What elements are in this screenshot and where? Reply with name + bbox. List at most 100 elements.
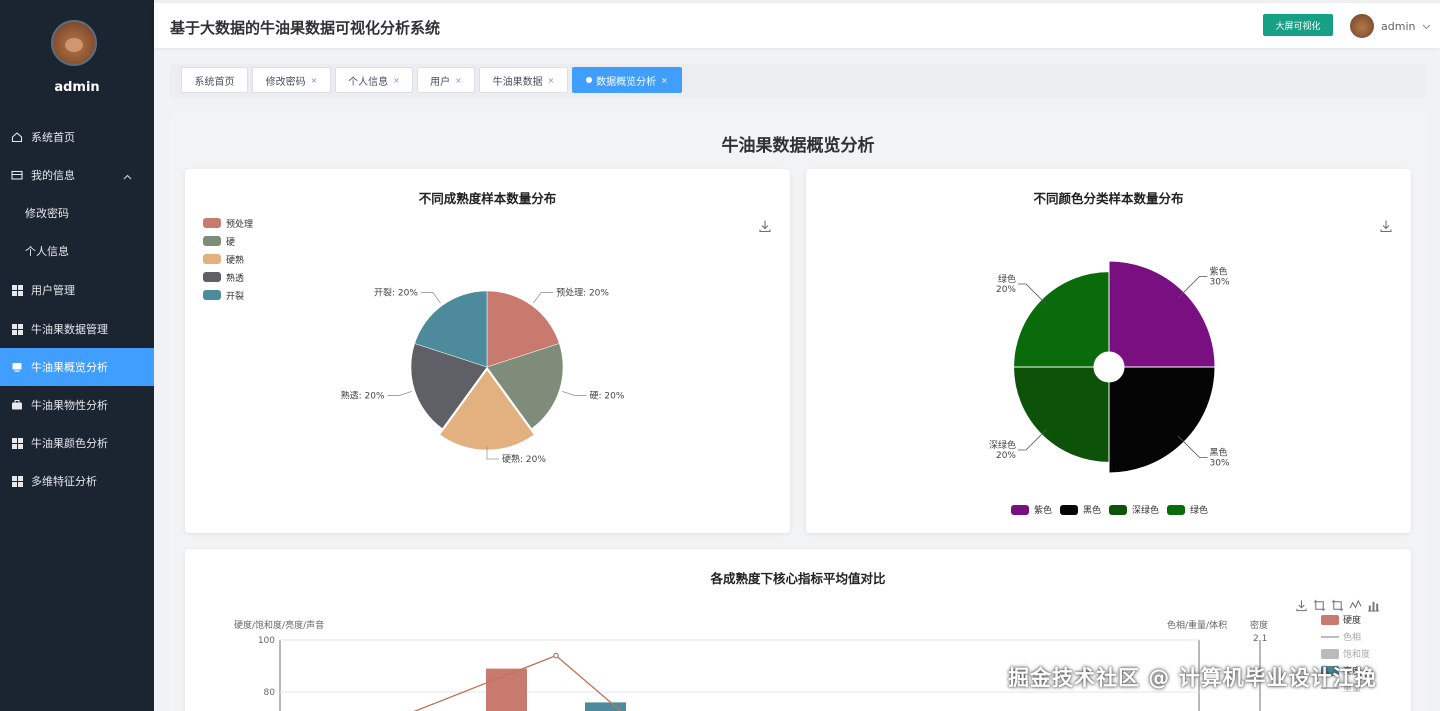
legend-item[interactable]: 熟透 <box>203 268 253 286</box>
legend-label: 熟透 <box>226 273 245 284</box>
download-icon[interactable] <box>1295 599 1308 612</box>
chevron-down-icon <box>1422 20 1431 33</box>
sidebar-item-label: 牛油果数据管理 <box>31 323 108 336</box>
y-axis-left-label: 硬度/饱和度/亮度/声音 <box>234 621 325 631</box>
sidebar-item-physical-analysis[interactable]: 牛油果物性分析 <box>0 386 154 424</box>
close-icon[interactable]: × <box>661 76 668 85</box>
legend-swatch <box>203 272 221 282</box>
pie-slice-3[interactable] <box>410 343 488 429</box>
rose-label-name-3: 绿色 <box>998 273 1016 285</box>
legend-item[interactable]: 绿色 <box>1167 503 1208 516</box>
chart-title: 各成熟度下核心指标平均值对比 <box>710 571 886 586</box>
legend-swatch <box>203 236 221 246</box>
legend-label: 硬 <box>226 237 236 248</box>
series-line <box>413 654 622 711</box>
rose-label-pct-2: 20% <box>996 451 1016 461</box>
big-screen-button[interactable]: 大屏可视化 <box>1263 14 1333 36</box>
color-rose-card: 不同颜色分类样本数量分布 紫色 30% 黑色 30% 深绿色 20% 绿色 20% 紫色 黑色… <box>806 169 1411 533</box>
y-axis-right-label: 色相/重量/体积 <box>1167 621 1228 631</box>
legend-swatch <box>1321 635 1339 638</box>
sidebar: admin 系统首页 我的信息 修改密码 个人信息 用户管理 牛油果数据管理 牛… <box>0 0 154 711</box>
rose-label-name-0: 紫色 <box>1210 265 1228 277</box>
briefcase-icon <box>11 399 23 411</box>
legend-swatch <box>203 218 221 228</box>
pie-label-3: 熟透: 20% <box>341 389 385 401</box>
legend-item[interactable]: 硬熟 <box>203 250 253 268</box>
avatar[interactable] <box>1350 14 1374 38</box>
sidebar-item-multi-feature[interactable]: 多维特征分析 <box>0 462 154 500</box>
legend-label: 预处理 <box>226 219 254 230</box>
sidebar-item-overview-analysis[interactable]: 牛油果概览分析 <box>0 348 154 386</box>
legend-item[interactable]: 色相 <box>1321 628 1370 645</box>
pie-label-2: 硬熟: 20% <box>502 453 546 465</box>
sidebar-item-color-analysis[interactable]: 牛油果颜色分析 <box>0 424 154 462</box>
sidebar-item-avocado-data[interactable]: 牛油果数据管理 <box>0 310 154 348</box>
bar-hardness[interactable] <box>486 668 527 711</box>
sidebar-item-my-info[interactable]: 我的信息 <box>0 156 154 194</box>
tab-user[interactable]: 用户 × <box>417 67 475 93</box>
y-axis-right2-tick: 2.1 <box>1253 634 1268 644</box>
sidebar-item-label: 牛油果概览分析 <box>31 361 108 374</box>
rose-label-name-2: 深绿色 <box>989 439 1016 451</box>
maturity-pie-card: 不同成熟度样本数量分布 预处理 硬 硬熟 熟透 开裂 预处理: 20% 硬: 20… <box>185 169 790 533</box>
legend-label: 黑色 <box>1083 506 1102 516</box>
pie-slice-2[interactable] <box>439 369 535 451</box>
legend-label: 开裂 <box>226 291 245 302</box>
user-avatar[interactable] <box>51 20 97 66</box>
sidebar-item-label: 修改密码 <box>25 207 69 220</box>
sidebar-item-personal-info[interactable]: 个人信息 <box>0 232 154 270</box>
legend-label: 绿色 <box>1190 506 1209 516</box>
monitor-icon <box>11 361 23 373</box>
legend-item[interactable]: 硬度 <box>1321 611 1370 628</box>
rose-label-pct-1: 30% <box>1210 459 1230 469</box>
id-card-icon <box>11 169 23 181</box>
tab-personal-info[interactable]: 个人信息 × <box>335 67 413 93</box>
legend-item[interactable]: 黑色 <box>1060 503 1101 516</box>
legend-item[interactable]: 开裂 <box>203 286 253 304</box>
line-point[interactable] <box>553 652 559 659</box>
download-icon[interactable] <box>758 219 772 233</box>
tab-avocado-data[interactable]: 牛油果数据 × <box>479 67 568 93</box>
legend-item[interactable]: 硬 <box>203 232 253 250</box>
legend-item[interactable]: 紫色 <box>1011 503 1052 516</box>
legend-item[interactable]: 深绿色 <box>1109 503 1159 516</box>
top-header: 基于大数据的牛油果数据可视化分析系统 大屏可视化 admin <box>154 0 1440 48</box>
chart-legend: 紫色 黑色 深绿色 绿色 <box>1011 503 1216 516</box>
sidebar-item-user-management[interactable]: 用户管理 <box>0 270 154 310</box>
tab-home[interactable]: 系统首页 <box>181 67 248 93</box>
close-icon[interactable]: × <box>548 76 555 85</box>
legend-swatch <box>203 290 221 300</box>
chart-title: 不同成熟度样本数量分布 <box>418 191 557 206</box>
sidebar-menu: 系统首页 我的信息 修改密码 个人信息 用户管理 牛油果数据管理 牛油果概览分析… <box>0 118 154 500</box>
sidebar-item-change-password[interactable]: 修改密码 <box>0 194 154 232</box>
close-icon[interactable]: × <box>311 76 318 85</box>
sidebar-item-label: 我的信息 <box>31 169 75 182</box>
home-icon <box>11 131 23 143</box>
legend-item[interactable]: 预处理 <box>203 214 253 232</box>
user-dropdown[interactable]: admin <box>1381 20 1431 33</box>
legend-swatch <box>203 254 221 264</box>
sidebar-item-home[interactable]: 系统首页 <box>0 118 154 156</box>
pie-slice-4[interactable] <box>414 290 488 368</box>
legend-swatch <box>1321 648 1339 659</box>
close-icon[interactable]: × <box>393 76 400 85</box>
tab-label: 修改密码 <box>265 76 306 88</box>
rose-label-name-1: 黑色 <box>1210 447 1228 459</box>
grid-icon <box>11 437 23 449</box>
tab-label: 数据概览分析 <box>596 76 657 88</box>
y-axis-right2-label: 密度 <box>1250 621 1269 631</box>
label-line-0 <box>533 292 554 304</box>
legend-swatch <box>1060 504 1079 515</box>
tab-overview-analysis[interactable]: 数据概览分析 × <box>572 67 682 93</box>
tab-change-password[interactable]: 修改密码 × <box>252 67 331 93</box>
pie-slice-0[interactable] <box>486 290 560 368</box>
legend-label: 色相 <box>1343 633 1362 643</box>
pie-slice-1[interactable] <box>486 343 564 429</box>
close-icon[interactable]: × <box>455 76 462 85</box>
bar-brightness[interactable] <box>585 702 626 711</box>
grid-icon <box>11 323 23 335</box>
legend-item[interactable]: 饱和度 <box>1321 645 1370 662</box>
label-line-2 <box>486 446 499 460</box>
tab-label: 系统首页 <box>194 76 235 88</box>
rose-label-pct-3: 20% <box>996 285 1016 295</box>
